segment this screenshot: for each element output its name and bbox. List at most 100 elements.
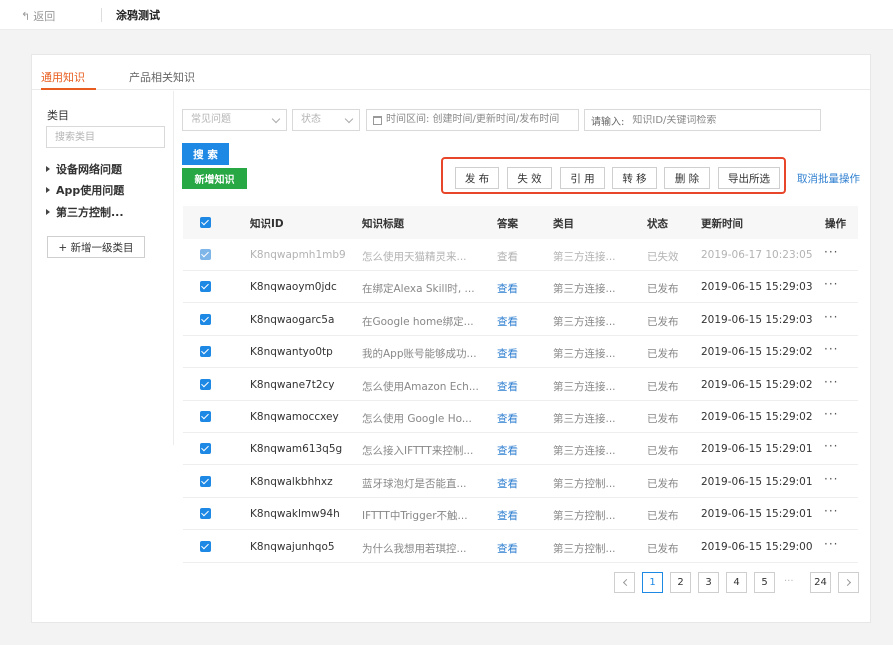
knowledge-title: 在Google home绑定... — [362, 315, 474, 328]
quote-button[interactable]: 引 用 — [560, 167, 605, 189]
updated-time: 2019-06-15 15:29:02 — [701, 346, 813, 359]
row-checkbox[interactable] — [200, 346, 211, 358]
category-item-label: App使用问题 — [56, 184, 125, 197]
back-link[interactable]: ↰ 返回 — [21, 8, 55, 24]
view-answer-link[interactable]: 查看 — [497, 443, 518, 458]
new-knowledge-button[interactable]: 新增知识 — [182, 168, 247, 189]
more-actions-icon[interactable]: ··· — [824, 472, 838, 486]
keyword-search-box: 请输入: — [584, 109, 821, 131]
row-checkbox[interactable] — [200, 475, 211, 487]
updated-time: 2019-06-15 15:29:03 — [701, 281, 813, 294]
page-button-2[interactable]: 2 — [670, 572, 691, 593]
delete-button[interactable]: 删 除 — [664, 167, 710, 189]
select-all-checkbox[interactable] — [200, 217, 211, 228]
row-checkbox[interactable] — [200, 281, 211, 293]
column-header: 答案 — [497, 218, 518, 230]
view-answer-link[interactable]: 查看 — [497, 314, 518, 329]
cancel-batch-link[interactable]: 取消批量操作 — [797, 171, 860, 186]
invalidate-button[interactable]: 失 效 — [507, 167, 552, 189]
row-checkbox[interactable] — [200, 378, 211, 390]
tab-general-knowledge[interactable]: 通用知识 — [41, 69, 85, 85]
status-cell: 已发布 — [647, 477, 679, 490]
more-actions-icon[interactable]: ··· — [824, 277, 838, 291]
category-cell: 第三方连接... — [553, 413, 616, 425]
knowledge-title: 怎么使用 Google Ho... — [362, 413, 472, 425]
table-row[interactable]: K8nqwajunhqo5 为什么我想用若琪控... 查看 第三方控制... 已发布 20… — [183, 531, 858, 563]
category-item-app-usage[interactable]: App使用问题 — [46, 182, 124, 198]
publish-button[interactable]: 发 布 — [455, 167, 499, 189]
table-row[interactable]: K8nqwalkbhhxz 蓝牙球泡灯是否能直... 查看 第三方控制... 已发布 20… — [183, 466, 858, 498]
table-row[interactable]: K8nqwane7t2cy 怎么使用Amazon Ech... 查看 第三方连接...… — [183, 369, 858, 401]
view-answer-link[interactable]: 查看 — [497, 249, 518, 264]
status-cell: 已发布 — [647, 380, 679, 393]
more-actions-icon[interactable]: ··· — [824, 342, 838, 356]
knowledge-title: 在绑定Alexa Skill时, ... — [362, 283, 475, 296]
table-row[interactable]: K8nqwantyo0tp 我的App账号能够成功... 查看 第三方连接... 已发布… — [183, 336, 858, 369]
more-actions-icon[interactable]: ··· — [824, 407, 838, 421]
row-checkbox[interactable] — [200, 540, 211, 552]
column-header: 操作 — [825, 218, 846, 230]
transfer-button[interactable]: 转 移 — [612, 167, 657, 189]
category-cell: 第三方控制... — [553, 542, 616, 555]
page-button-3[interactable]: 3 — [698, 572, 719, 593]
status-cell: 已发布 — [647, 315, 679, 328]
status-cell: 已发布 — [647, 348, 679, 361]
table-row[interactable]: K8nqwam613q5g 怎么接入IFTTT来控制... 查看 第三方连接... 已发… — [183, 433, 858, 466]
status-cell: 已发布 — [647, 283, 679, 296]
updated-time: 2019-06-15 15:29:02 — [701, 378, 813, 391]
page-button-4[interactable]: 4 — [726, 572, 747, 593]
question-type-select[interactable]: 常见问题 — [182, 109, 287, 131]
page-button-5[interactable]: 5 — [754, 572, 775, 593]
expand-caret-icon — [46, 187, 50, 193]
view-answer-link[interactable]: 查看 — [497, 541, 518, 556]
table-row[interactable]: K8nqwaklmw94h IFTTT中Trigger不触... 查看 第三方控制..… — [183, 498, 858, 531]
table-row[interactable]: K8nqwapmh1mb9 怎么使用天猫精灵来... 查看 第三方连接... 已失效 20… — [183, 239, 858, 271]
view-answer-link[interactable]: 查看 — [497, 379, 518, 394]
table-header: 知识ID 知识标题 答案 类目 状态 更新时间 操作 — [183, 206, 858, 239]
more-actions-icon[interactable]: ··· — [824, 439, 838, 453]
more-actions-icon[interactable]: ··· — [824, 504, 838, 518]
view-answer-link[interactable]: 查看 — [497, 281, 518, 296]
knowledge-title: 怎么使用Amazon Ech... — [362, 380, 479, 393]
row-checkbox[interactable] — [200, 313, 211, 325]
search-button[interactable]: 搜 索 — [182, 143, 229, 165]
tab-product-knowledge[interactable]: 产品相关知识 — [129, 69, 195, 85]
more-actions-icon[interactable]: ··· — [824, 310, 838, 324]
category-item-third-party[interactable]: 第三方控制... — [46, 204, 124, 220]
more-actions-icon[interactable]: ··· — [824, 245, 838, 259]
knowledge-id: K8nqwane7t2cy — [250, 378, 335, 391]
table-row[interactable]: K8nqwaoym0jdc 在绑定Alexa Skill时, ... 查看 第三方连接… — [183, 271, 858, 304]
status-cell: 已发布 — [647, 413, 679, 425]
export-selected-button[interactable]: 导出所选 — [718, 167, 780, 189]
table-row[interactable]: K8nqwaogarc5a 在Google home绑定... 查看 第三方连接...… — [183, 304, 858, 336]
add-category-button[interactable]: + 新增一级类目 — [47, 236, 145, 258]
keyword-search-input[interactable] — [632, 114, 783, 126]
row-checkbox[interactable] — [200, 443, 211, 455]
row-checkbox[interactable] — [200, 508, 211, 520]
category-cell: 第三方连接... — [553, 283, 616, 296]
more-actions-icon[interactable]: ··· — [824, 537, 838, 551]
category-search-input[interactable] — [46, 126, 165, 148]
category-item-label: 第三方控制... — [56, 206, 124, 219]
date-range-input[interactable]: 时间区间: 创建时间/更新时间/发布时间 — [366, 109, 579, 131]
table-row[interactable]: K8nqwamoccxey 怎么使用 Google Ho... 查看 第三方连接...… — [183, 401, 858, 433]
chevron-left-icon — [622, 578, 630, 587]
knowledge-id: K8nqwantyo0tp — [250, 346, 333, 359]
status-select[interactable]: 状态 — [292, 109, 360, 131]
prev-page-button[interactable] — [614, 572, 635, 593]
row-checkbox[interactable] — [200, 249, 211, 260]
view-answer-link[interactable]: 查看 — [497, 411, 518, 426]
row-checkbox[interactable] — [200, 411, 211, 422]
knowledge-title: 怎么使用天猫精灵来... — [362, 251, 467, 263]
category-item-device-network[interactable]: 设备网络问题 — [46, 161, 122, 177]
page-button-1[interactable]: 1 — [642, 572, 663, 593]
page-button-last[interactable]: 24 — [810, 572, 831, 593]
view-answer-link[interactable]: 查看 — [497, 508, 518, 523]
top-bar: ↰ 返回 涂鸦测试 — [0, 0, 893, 30]
view-answer-link[interactable]: 查看 — [497, 476, 518, 491]
more-actions-icon[interactable]: ··· — [824, 375, 838, 389]
next-page-button[interactable] — [838, 572, 859, 593]
tab-bar: 通用知识 产品相关知识 — [32, 55, 870, 90]
category-item-label: 设备网络问题 — [56, 163, 122, 176]
view-answer-link[interactable]: 查看 — [497, 346, 518, 361]
